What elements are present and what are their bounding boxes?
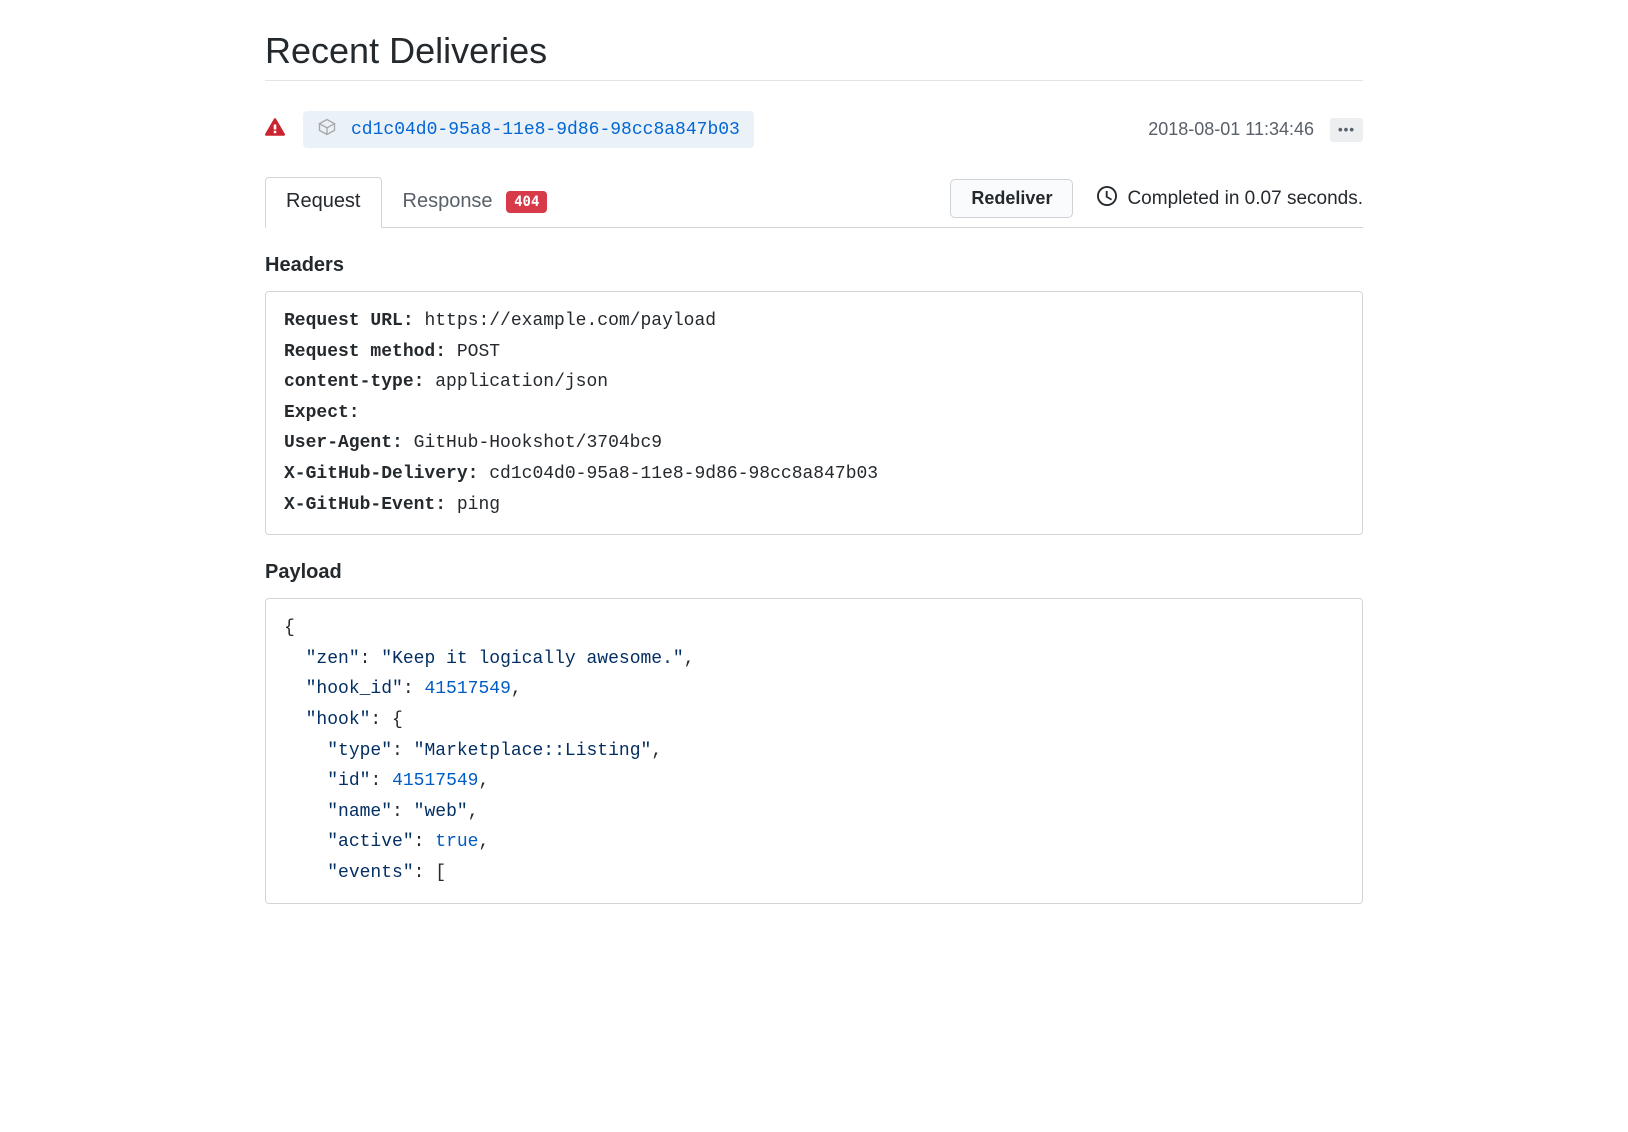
tab-response-label: Response <box>403 190 493 212</box>
delivery-timestamp: 2018-08-01 11:34:46 <box>1148 119 1314 140</box>
page-title: Recent Deliveries <box>265 30 1363 81</box>
redeliver-button[interactable]: Redeliver <box>950 179 1073 218</box>
alert-triangle-icon <box>265 117 285 142</box>
delivery-id: cd1c04d0-95a8-11e8-9d86-98cc8a847b03 <box>351 120 740 140</box>
completed-info: Completed in 0.07 seconds. <box>1097 186 1363 212</box>
more-actions-button[interactable]: ••• <box>1330 118 1363 142</box>
tab-request[interactable]: Request <box>265 177 382 228</box>
delivery-id-chip[interactable]: cd1c04d0-95a8-11e8-9d86-98cc8a847b03 <box>303 111 754 148</box>
clock-icon <box>1097 186 1117 212</box>
tab-response[interactable]: Response 404 <box>382 177 569 228</box>
status-badge: 404 <box>506 191 547 213</box>
headers-title: Headers <box>265 254 1363 277</box>
package-icon <box>317 117 337 142</box>
delivery-summary-row: cd1c04d0-95a8-11e8-9d86-98cc8a847b03 201… <box>265 111 1363 148</box>
payload-title: Payload <box>265 561 1363 584</box>
headers-block: Request URL: https://example.com/payload… <box>265 291 1363 535</box>
payload-block: { "zen": "Keep it logically awesome.", "… <box>265 598 1363 903</box>
completed-text: Completed in 0.07 seconds. <box>1127 188 1363 210</box>
tabs: Request Response 404 Redeliver Completed… <box>265 176 1363 228</box>
